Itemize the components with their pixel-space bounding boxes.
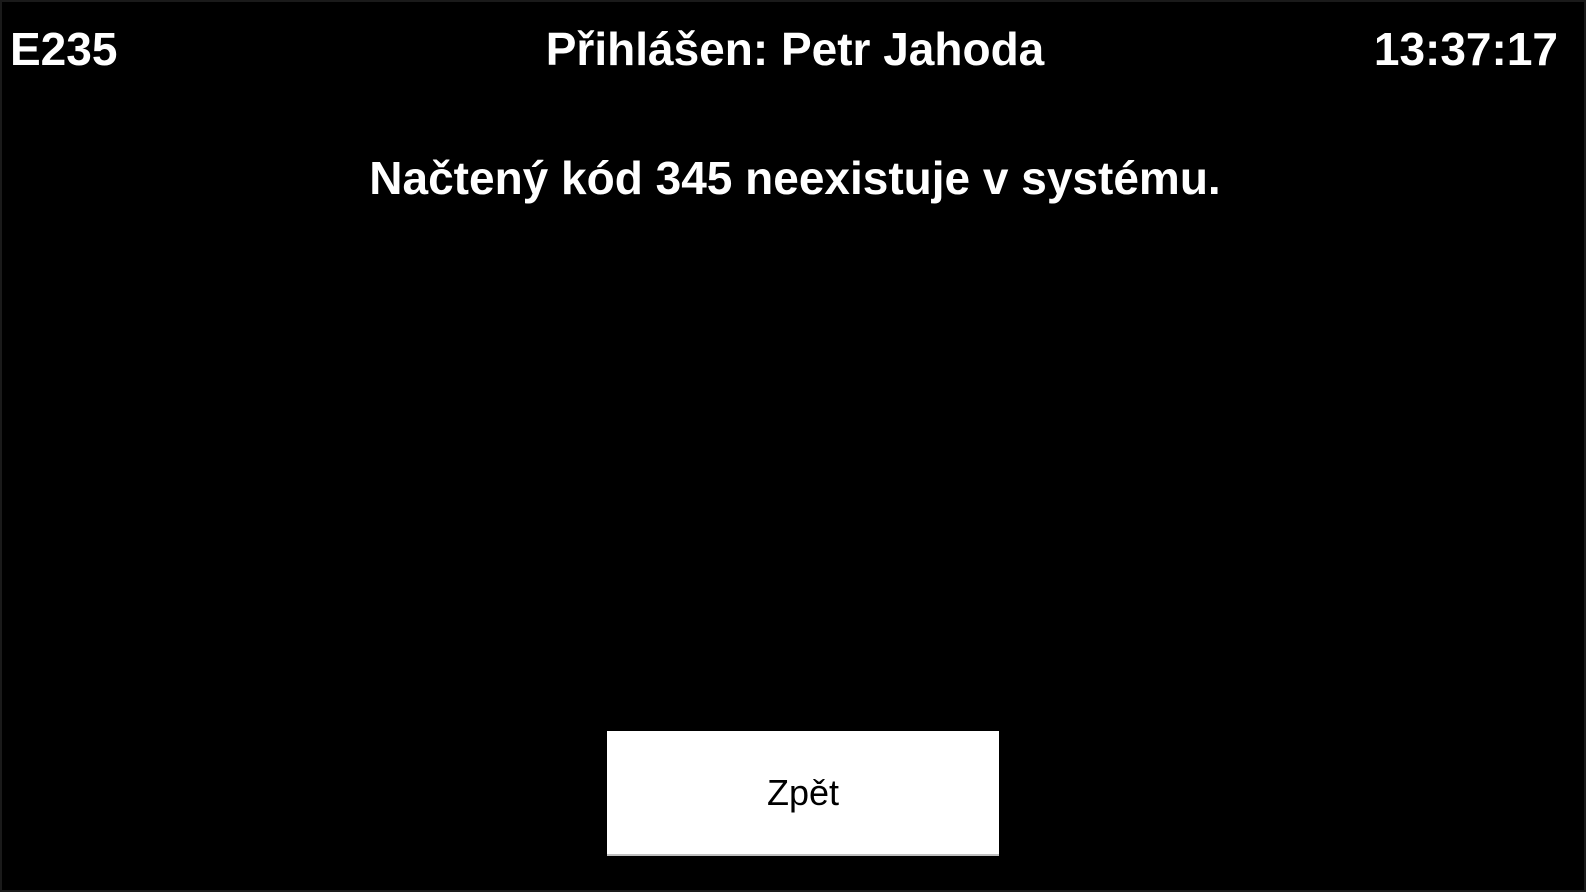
clock-label: 13:37:17 [1373,23,1558,75]
kiosk-screen: Přihlášen: Petr Jahoda E235 13:37:17 Nač… [0,0,1586,892]
back-button[interactable]: Zpět [607,731,999,854]
back-button-label: Zpět [766,771,840,813]
terminal-id-label: E235 [10,23,118,75]
logged-in-user-label: Přihlášen: Petr Jahoda [545,23,1045,75]
error-message: Načtený kód 345 neexistuje v systému. [369,152,1221,204]
